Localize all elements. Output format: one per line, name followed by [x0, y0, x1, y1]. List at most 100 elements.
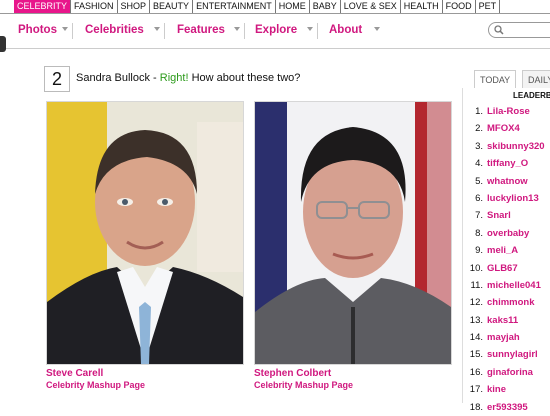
rank-number: 11. — [470, 279, 483, 291]
nav-tab-food[interactable]: FOOD — [443, 0, 476, 13]
question-text: Sandra Bullock - Right! How about these … — [76, 72, 300, 84]
rank-number: 9. — [475, 245, 483, 257]
leaderboard-user-link[interactable]: er593395 — [487, 402, 528, 413]
tab-today[interactable]: TODAY — [474, 70, 517, 89]
leaderboard-user-link[interactable]: whatnow — [487, 176, 528, 187]
mashup-link-left[interactable]: Celebrity Mashup Page — [46, 380, 145, 390]
list-item: 11. michelle041 — [469, 277, 545, 294]
answer-result: Right! — [159, 72, 189, 84]
chevron-down-icon[interactable] — [307, 27, 313, 31]
nav-tab-celebrity[interactable]: CELEBRITY — [14, 0, 72, 13]
leaderboard-title: LEADERBO — [513, 91, 550, 100]
chevron-down-icon[interactable] — [154, 27, 160, 31]
leaderboard-user-link[interactable]: skibunny320 — [487, 141, 545, 152]
rank-number: 12. — [469, 297, 483, 309]
list-item: 4. tiffany_O — [469, 155, 545, 172]
photo-name-right[interactable]: Stephen Colbert — [254, 368, 331, 379]
leaderboard-user-link[interactable]: Snarl — [487, 210, 511, 221]
nav-tab-fashion[interactable]: FASHION — [71, 0, 118, 13]
rank-number: 2. — [475, 123, 483, 135]
nav-tab-love-sex[interactable]: LOVE & SEX — [341, 0, 401, 13]
list-item: 16. ginaforina — [469, 364, 545, 381]
rank-number: 17. — [469, 384, 483, 396]
nav-divider — [72, 23, 73, 39]
list-item: 9. meli_A — [469, 242, 545, 259]
photo-steve-carell[interactable] — [46, 101, 244, 365]
nav-tab-baby[interactable]: BABY — [310, 0, 341, 13]
rank-number: 3. — [475, 140, 483, 152]
nav-tab-entertainment[interactable]: ENTERTAINMENT — [193, 0, 276, 13]
leaderboard-user-link[interactable]: tiffany_O — [487, 158, 528, 169]
portrait-image — [255, 102, 451, 364]
leaderboard-user-link[interactable]: sunnylagirl — [487, 349, 538, 360]
nav-tab-home[interactable]: HOME — [276, 0, 310, 13]
top-category-nav: CELEBRITY FASHION SHOP BEAUTY ENTERTAINM… — [0, 0, 550, 14]
leaderboard-user-link[interactable]: luckylion13 — [487, 193, 539, 204]
list-item: 3. skibunny320 — [469, 138, 545, 155]
leaderboard-panel: LEADERBO 1. Lila-Rose 2. MFOX4 3. skibunny3… — [462, 88, 550, 413]
list-item: 8. overbaby — [469, 225, 545, 242]
nav-photos[interactable]: Photos — [18, 24, 57, 36]
nav-tab-shop[interactable]: SHOP — [118, 0, 151, 13]
leaderboard-user-link[interactable]: meli_A — [487, 245, 518, 256]
nav-tab-beauty[interactable]: BEAUTY — [150, 0, 194, 13]
tab-daily[interactable]: DAILY — [522, 70, 550, 89]
list-item: 17. kine — [469, 381, 545, 398]
leaderboard-user-link[interactable]: kine — [487, 384, 506, 395]
list-item: 10. GLB67 — [469, 260, 545, 277]
rank-number: 4. — [475, 158, 483, 170]
search-icon — [494, 25, 504, 35]
rank-number: 16. — [469, 366, 483, 378]
leaderboard-user-link[interactable]: mayjah — [487, 332, 520, 343]
chevron-down-icon[interactable] — [234, 27, 240, 31]
leaderboard-user-link[interactable]: Lila-Rose — [487, 106, 530, 117]
rank-number: 10. — [469, 262, 483, 274]
nav-divider — [244, 23, 245, 39]
photo-name-left[interactable]: Steve Carell — [46, 368, 103, 379]
nav-divider — [164, 23, 165, 39]
chevron-down-icon[interactable] — [374, 27, 380, 31]
section-nav: Photos Celebrities Features Explore Abou… — [0, 14, 550, 52]
nav-tab-health[interactable]: HEALTH — [401, 0, 443, 13]
leaderboard-user-link[interactable]: ginaforina — [487, 367, 533, 378]
leaderboard-user-link[interactable]: overbaby — [487, 228, 529, 239]
leaderboard-user-link[interactable]: MFOX4 — [487, 123, 520, 134]
list-item: 12. chimmonk — [469, 294, 545, 311]
nav-about[interactable]: About — [329, 24, 362, 36]
rank-number: 15. — [469, 349, 483, 361]
rank-number: 14. — [469, 332, 483, 344]
rank-number: 1. — [475, 106, 483, 117]
leaderboard-user-link[interactable]: chimmonk — [487, 297, 535, 308]
nav-explore[interactable]: Explore — [255, 24, 297, 36]
list-item: 14. mayjah — [469, 329, 545, 346]
mashup-link-right[interactable]: Celebrity Mashup Page — [254, 380, 353, 390]
photo-stephen-colbert[interactable] — [254, 101, 452, 365]
list-item: 5. whatnow — [469, 173, 545, 190]
leaderboard-user-link[interactable]: michelle041 — [487, 280, 541, 291]
rank-number: 6. — [475, 192, 483, 204]
site-logo-edge — [0, 36, 6, 52]
list-item: 18. er593395 — [469, 399, 545, 416]
leaderboard-list: 1. Lila-Rose 2. MFOX4 3. skibunny320 4. tiff… — [469, 103, 545, 416]
nav-features[interactable]: Features — [177, 24, 225, 36]
rank-number: 8. — [475, 227, 483, 239]
leaderboard-user-link[interactable]: kaks11 — [487, 315, 518, 326]
list-item: 7. Snarl — [469, 207, 545, 224]
list-item: 13. kaks11 — [469, 312, 545, 329]
nav-celebrities[interactable]: Celebrities — [85, 24, 144, 36]
list-item: 1. Lila-Rose — [469, 103, 545, 120]
list-item: 15. sunnylagirl — [469, 346, 545, 363]
nav-divider — [317, 23, 318, 39]
rank-number: 18. — [469, 401, 483, 413]
search-input[interactable] — [488, 22, 550, 38]
rank-number: 7. — [475, 210, 483, 222]
rank-number: 13. — [469, 314, 483, 326]
previous-answer: Sandra Bullock - — [76, 72, 160, 84]
rank-number: 5. — [475, 175, 483, 187]
nav-tab-pet[interactable]: PET — [476, 0, 501, 13]
leaderboard-user-link[interactable]: GLB67 — [487, 263, 518, 274]
chevron-down-icon[interactable] — [62, 27, 68, 31]
question-number: 2 — [44, 66, 70, 92]
list-item: 6. luckylion13 — [469, 190, 545, 207]
portrait-image — [47, 102, 243, 364]
